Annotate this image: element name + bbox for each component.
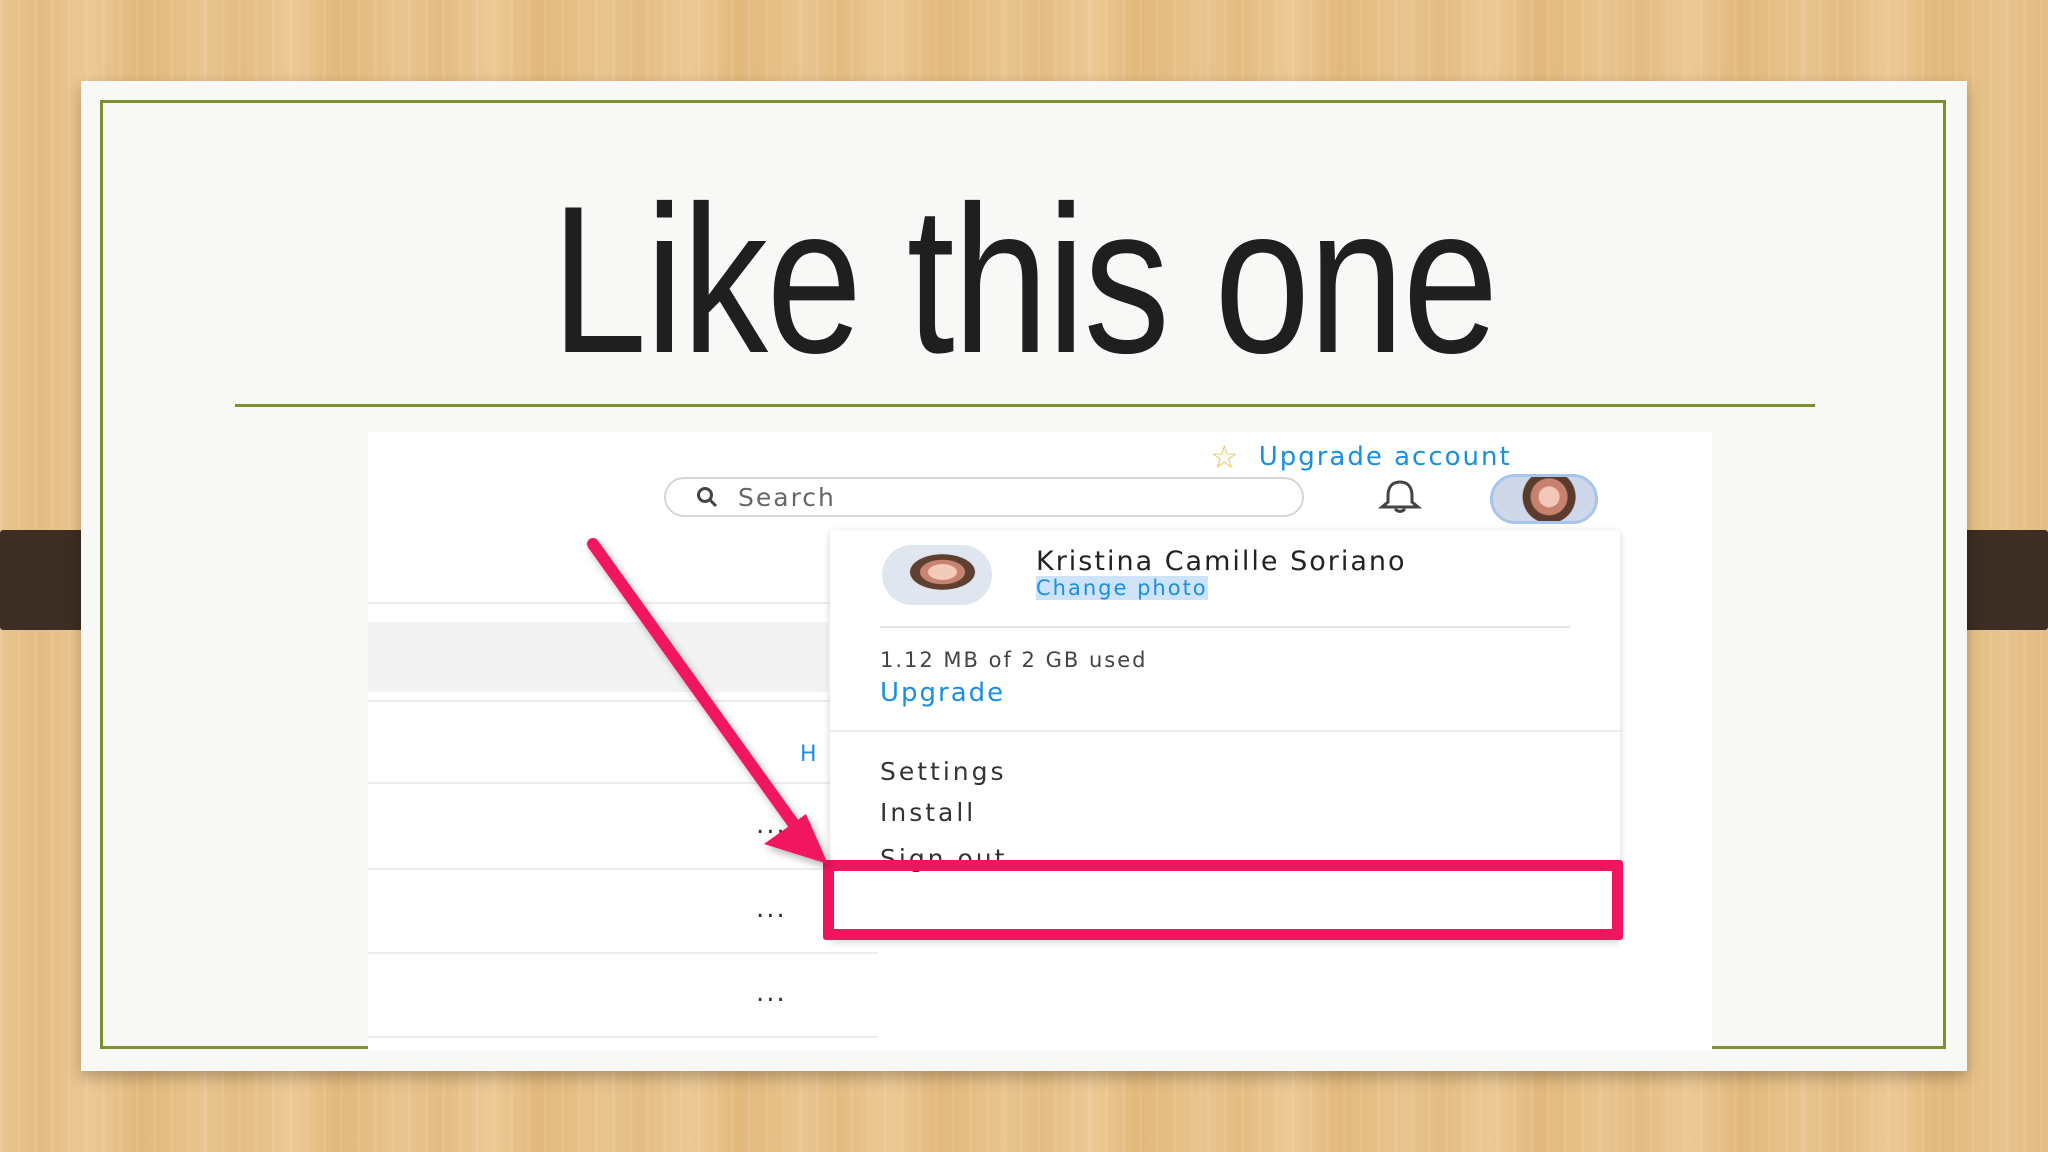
arrow-annotation [587,538,828,864]
slide-title: Like this one [551,162,1498,397]
title-divider [235,404,1815,407]
embedded-screenshot: H ... ... ... ☆ Upgrade account Search K… [368,432,1712,1050]
